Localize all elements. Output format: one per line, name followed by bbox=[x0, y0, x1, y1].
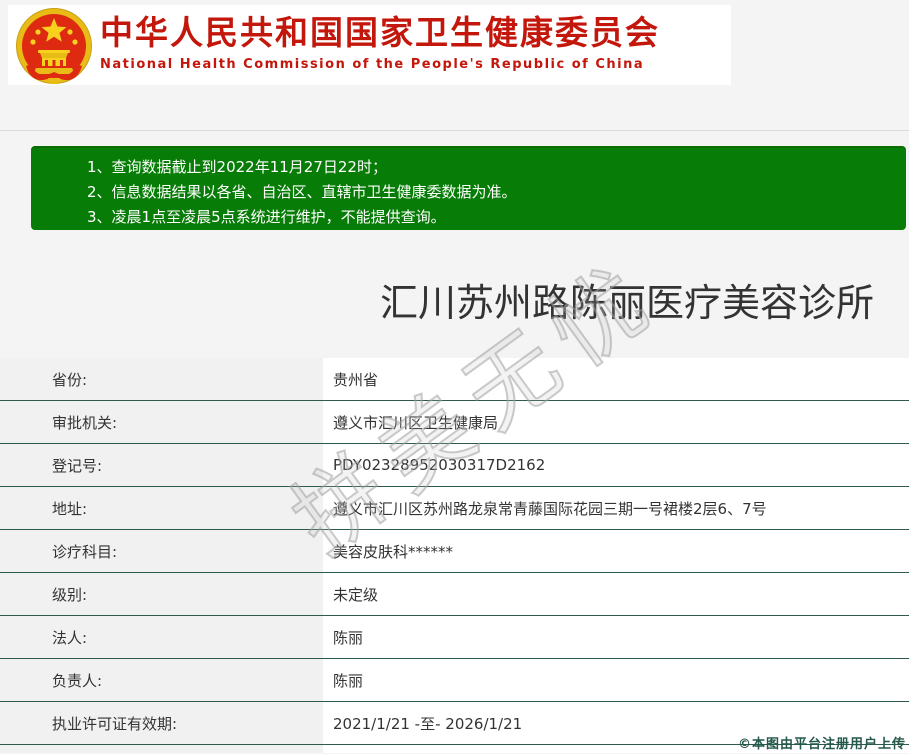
row-label: 登记号: bbox=[0, 444, 323, 486]
institution-info-table: 省份: 贵州省 审批机关: 遵义市汇川区卫生健康局 登记号: PDY023289… bbox=[0, 358, 909, 753]
upload-credit-text: ©本图由平台注册用户上传 bbox=[738, 733, 906, 752]
row-label: 诊疗科目: bbox=[0, 530, 323, 572]
table-row-medical-subjects: 诊疗科目: 美容皮肤科****** bbox=[0, 530, 909, 573]
commission-title-cn: 中华人民共和国国家卫生健康委员会 bbox=[100, 13, 660, 53]
table-row-registration-number: 登记号: PDY02328952030317D2162 bbox=[0, 444, 909, 487]
site-header: 中华人民共和国国家卫生健康委员会 National Health Commiss… bbox=[8, 5, 731, 85]
row-label: 级别: bbox=[0, 573, 323, 615]
notice-box: 1、查询数据截止到2022年11月27日22时； 2、信息数据结果以各省、自治区… bbox=[31, 146, 906, 230]
table-row-person-in-charge: 负责人: 陈丽 bbox=[0, 659, 909, 702]
institution-name-title: 汇川苏州路陈丽医疗美容诊所 bbox=[380, 272, 874, 327]
row-label: 执业许可证有效期: bbox=[0, 702, 323, 744]
row-value: 遵义市汇川区苏州路龙泉常青藤国际花园三期一号裙楼2层6、7号 bbox=[323, 487, 909, 529]
row-value: 陈丽 bbox=[323, 616, 909, 658]
table-row-address: 地址: 遵义市汇川区苏州路龙泉常青藤国际花园三期一号裙楼2层6、7号 bbox=[0, 487, 909, 530]
commission-title-en: National Health Commission of the People… bbox=[100, 57, 660, 72]
notice-line-1: 1、查询数据截止到2022年11月27日22时； bbox=[87, 155, 896, 180]
row-label: 审批机关: bbox=[0, 401, 323, 443]
table-row-legal-person: 法人: 陈丽 bbox=[0, 616, 909, 659]
china-national-emblem-icon bbox=[14, 6, 94, 90]
notice-line-2: 2、信息数据结果以各省、自治区、直辖市卫生健康委数据为准。 bbox=[87, 180, 896, 205]
row-value: 美容皮肤科****** bbox=[323, 530, 909, 572]
row-label: 地址: bbox=[0, 487, 323, 529]
row-label: 负责人: bbox=[0, 659, 323, 701]
table-row-level: 级别: 未定级 bbox=[0, 573, 909, 616]
row-value: PDY02328952030317D2162 bbox=[323, 444, 909, 486]
table-row-approval-authority: 审批机关: 遵义市汇川区卫生健康局 bbox=[0, 401, 909, 444]
header-divider bbox=[0, 130, 909, 131]
row-value: 遵义市汇川区卫生健康局 bbox=[323, 401, 909, 443]
table-row-province: 省份: 贵州省 bbox=[0, 358, 909, 401]
row-value: 未定级 bbox=[323, 573, 909, 615]
row-label: 法人: bbox=[0, 616, 323, 658]
row-value: 贵州省 bbox=[323, 358, 909, 400]
notice-line-3: 3、凌晨1点至凌晨5点系统进行维护，不能提供查询。 bbox=[87, 205, 896, 230]
row-label: 省份: bbox=[0, 358, 323, 400]
row-value: 陈丽 bbox=[323, 659, 909, 701]
